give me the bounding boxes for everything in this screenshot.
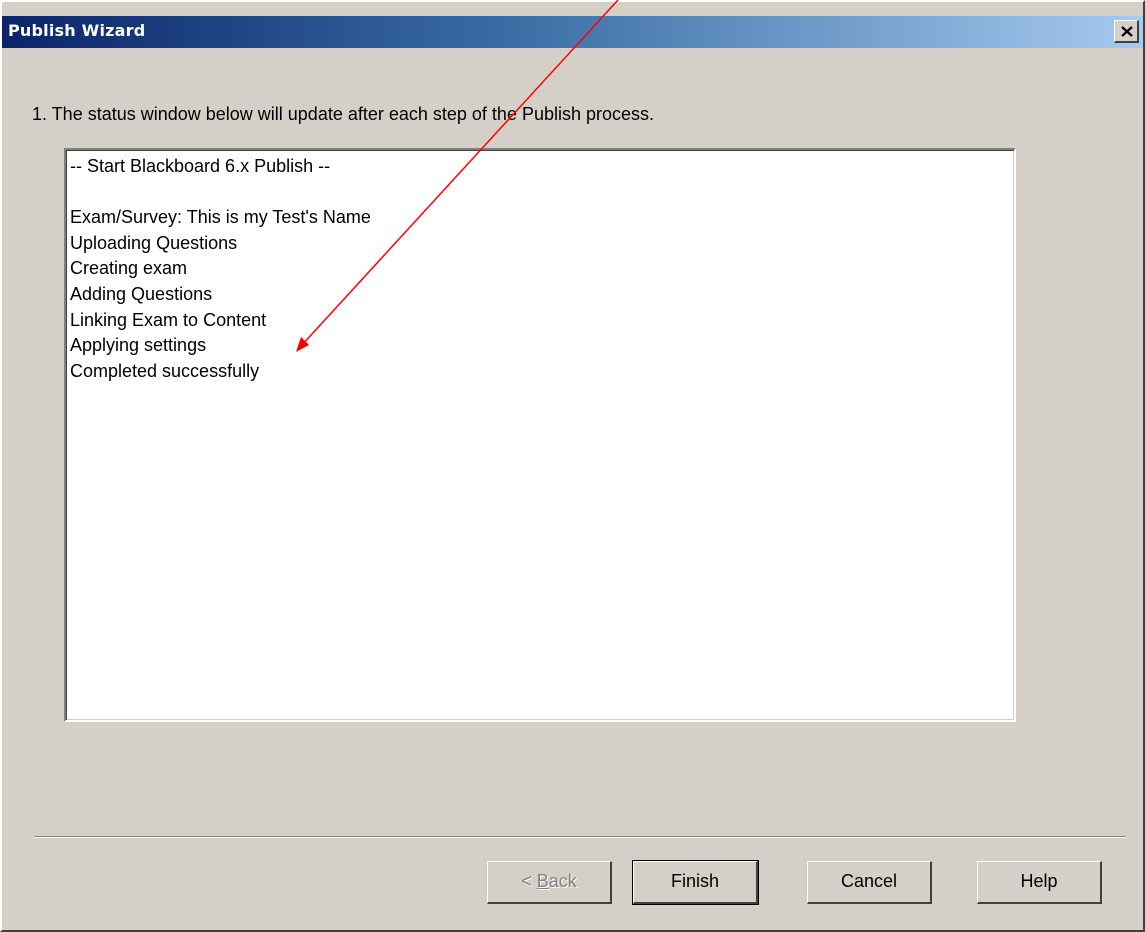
window-title: Publish Wizard <box>8 21 146 40</box>
title-bar[interactable]: Publish Wizard <box>2 16 1143 48</box>
status-line: -- Start Blackboard 6.x Publish -- <box>70 156 331 176</box>
back-button-accel: B <box>536 871 549 891</box>
close-icon <box>1121 26 1133 37</box>
status-line: Exam/Survey: This is my Test's Name <box>70 207 371 228</box>
back-button[interactable]: < Back <box>487 861 612 904</box>
help-button[interactable]: Help <box>977 861 1102 904</box>
status-line: Linking Exam to Content <box>70 309 267 330</box>
status-line: Creating exam <box>70 258 188 279</box>
status-line: Uploading Questions <box>70 232 238 253</box>
button-separator <box>34 836 1126 838</box>
back-button-prefix: < <box>521 871 537 891</box>
publish-wizard-dialog: Publish Wizard 1. The status window belo… <box>0 0 1145 932</box>
status-line: Completed successfully <box>70 360 260 381</box>
cancel-button[interactable]: Cancel <box>807 861 932 904</box>
status-line: Applying settings <box>70 335 207 356</box>
status-line <box>70 180 1010 206</box>
close-button[interactable] <box>1114 20 1139 43</box>
back-button-rest: ack <box>548 871 577 891</box>
status-window[interactable]: -- Start Blackboard 6.x Publish -- Exam/… <box>64 148 1016 722</box>
finish-button[interactable]: Finish <box>632 860 759 905</box>
instruction-text: 1. The status window below will update a… <box>32 104 655 124</box>
status-line: Adding Questions <box>70 283 213 304</box>
